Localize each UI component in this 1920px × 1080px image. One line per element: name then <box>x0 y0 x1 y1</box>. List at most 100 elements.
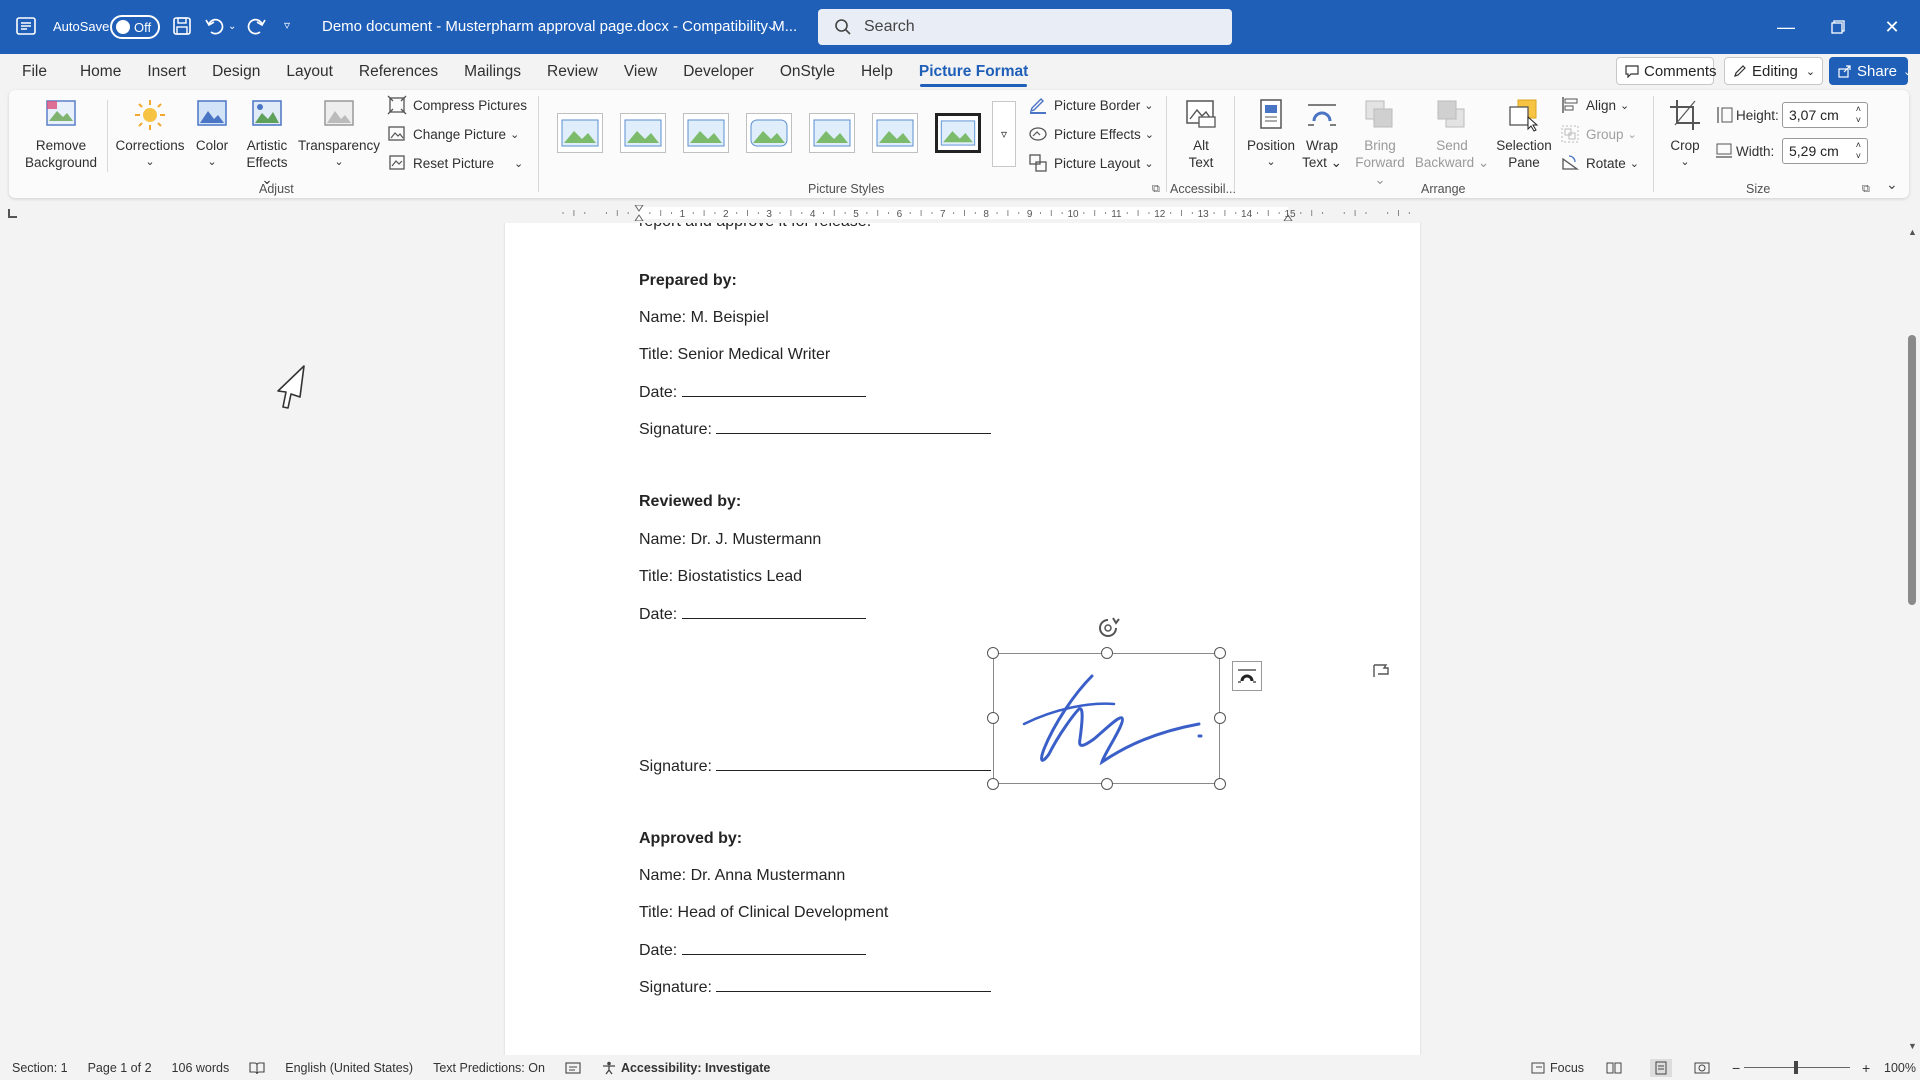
tab-picture-format[interactable]: Picture Format <box>906 54 1041 90</box>
tab-review[interactable]: Review <box>534 54 611 90</box>
group-button[interactable]: Group ⌄ <box>1560 123 1637 145</box>
align-button[interactable]: Align ⌄ <box>1560 94 1629 116</box>
print-layout-icon[interactable] <box>1650 1058 1672 1077</box>
alt-text-button[interactable]: Alt Text <box>1178 97 1224 171</box>
picture-style-4[interactable] <box>746 113 792 153</box>
resize-handle-sw[interactable] <box>987 778 999 790</box>
artistic-effects-button[interactable]: Artistic Effects ⌄ <box>240 97 294 188</box>
zoom-out-icon[interactable]: − <box>1732 1060 1740 1076</box>
corrections-button[interactable]: Corrections ⌄ <box>114 97 186 171</box>
picture-style-2[interactable] <box>620 113 666 153</box>
comments-button[interactable]: Comments <box>1616 57 1717 85</box>
bring-forward-button[interactable]: Bring Forward ⌄ <box>1348 97 1412 188</box>
scroll-up-icon[interactable]: ▲ <box>1908 227 1917 237</box>
picture-style-3[interactable] <box>683 113 729 153</box>
scroll-down-icon[interactable]: ▼ <box>1908 1041 1917 1051</box>
zoom-slider-thumb[interactable] <box>1794 1061 1798 1074</box>
search-box[interactable]: Search <box>818 9 1232 45</box>
close-button[interactable]: ✕ <box>1864 0 1920 54</box>
focus-button[interactable]: Focus <box>1530 1061 1584 1075</box>
resize-handle-ne[interactable] <box>1214 647 1226 659</box>
gallery-more-button[interactable]: ▿ <box>992 101 1016 167</box>
height-input[interactable]: 3,07 cm ˄ ˅ <box>1782 102 1868 128</box>
transparency-button[interactable]: Transparency ⌄ <box>296 97 382 171</box>
page-indicator[interactable]: Page 1 of 2 <box>88 1061 152 1075</box>
position-button[interactable]: Position ⌄ <box>1244 97 1298 171</box>
tab-insert[interactable]: Insert <box>134 54 199 90</box>
picture-style-7[interactable] <box>935 113 981 153</box>
read-mode-icon[interactable] <box>1606 1061 1622 1075</box>
text-predictions[interactable]: Text Predictions: On <box>433 1061 545 1075</box>
proofing-icon[interactable] <box>249 1061 265 1075</box>
selection-pane-button[interactable]: Selection Pane <box>1492 97 1556 171</box>
section-indicator[interactable]: Section: 1 <box>12 1061 68 1075</box>
picture-border-button[interactable]: Picture Border ⌄ <box>1028 94 1154 116</box>
tab-file[interactable]: File <box>9 54 60 90</box>
tab-view[interactable]: View <box>611 54 670 90</box>
document-canvas[interactable]: report and approve it for release. Prepa… <box>0 223 1905 1055</box>
anchor-icon[interactable] <box>1372 663 1390 684</box>
undo-icon[interactable] <box>204 15 226 37</box>
resize-handle-w[interactable] <box>987 712 999 724</box>
picture-style-5[interactable] <box>809 113 855 153</box>
minimize-button[interactable]: — <box>1758 0 1814 54</box>
tab-onstyle[interactable]: OnStyle <box>767 54 848 90</box>
autosave-toggle[interactable]: Off <box>110 15 160 39</box>
reset-picture-button[interactable]: Reset Picture ⌄ <box>387 152 523 174</box>
spinner-icon[interactable]: ˄ ˅ <box>1856 104 1861 126</box>
signature-image[interactable] <box>993 653 1220 784</box>
editing-mode-button[interactable]: Editing ⌄ <box>1724 57 1823 85</box>
tab-help[interactable]: Help <box>848 54 906 90</box>
change-picture-button[interactable]: Change Picture ⌄ <box>387 123 519 145</box>
undo-dropdown-icon[interactable]: ⌄ <box>228 21 236 32</box>
vertical-scrollbar[interactable]: ▲ ▼ <box>1904 223 1920 1055</box>
tab-layout[interactable]: Layout <box>273 54 346 90</box>
width-input[interactable]: 5,29 cm ˄ ˅ <box>1782 138 1868 164</box>
web-layout-icon[interactable] <box>1694 1061 1710 1075</box>
size-launcher-icon[interactable]: ⧉ <box>1862 183 1870 196</box>
word-app-icon[interactable] <box>16 16 36 36</box>
resize-handle-se[interactable] <box>1214 778 1226 790</box>
tab-references[interactable]: References <box>346 54 451 90</box>
resize-handle-e[interactable] <box>1214 712 1226 724</box>
resize-handle-s[interactable] <box>1101 778 1113 790</box>
picture-layout-button[interactable]: Picture Layout ⌄ <box>1028 152 1154 174</box>
tab-developer[interactable]: Developer <box>670 54 767 90</box>
zoom-in-icon[interactable]: + <box>1862 1060 1870 1076</box>
compress-pictures-button[interactable]: Compress Pictures <box>387 94 527 116</box>
language-indicator[interactable]: English (United States) <box>285 1061 413 1075</box>
redo-icon[interactable] <box>245 15 267 37</box>
layout-options-button[interactable] <box>1232 661 1262 691</box>
title-dropdown-icon[interactable]: ⌄ <box>766 17 778 34</box>
customize-toolbar-icon[interactable]: ▿ <box>284 18 290 32</box>
rotate-button[interactable]: Rotate ⌄ <box>1560 152 1639 174</box>
spinner-icon[interactable]: ˄ ˅ <box>1856 140 1861 162</box>
document-page[interactable]: report and approve it for release. Prepa… <box>505 223 1420 1055</box>
track-changes-icon[interactable] <box>565 1061 581 1075</box>
tab-mailings[interactable]: Mailings <box>451 54 534 90</box>
share-button[interactable]: Share ⌄ <box>1829 57 1912 85</box>
scrollbar-thumb[interactable] <box>1908 335 1916 605</box>
zoom-level[interactable]: 100% <box>1884 1061 1916 1075</box>
crop-button[interactable]: Crop ⌄ <box>1664 97 1706 171</box>
collapse-ribbon-icon[interactable]: ⌄ <box>1886 176 1898 193</box>
rotate-handle-icon[interactable] <box>1095 615 1121 646</box>
picture-effects-button[interactable]: Picture Effects ⌄ <box>1028 123 1154 145</box>
resize-handle-n[interactable] <box>1101 647 1113 659</box>
picture-style-1[interactable] <box>557 113 603 153</box>
format-picture-launcher-icon[interactable]: ⧉ <box>1152 183 1160 196</box>
restore-button[interactable] <box>1810 0 1866 54</box>
horizontal-ruler[interactable]: 1 2 3 4 5 6 7 8 9 10 11 12 13 14 15 <box>508 204 1418 222</box>
wrap-text-button[interactable]: Wrap Text ⌄ <box>1300 97 1344 171</box>
resize-handle-nw[interactable] <box>987 647 999 659</box>
word-count[interactable]: 106 words <box>172 1061 230 1075</box>
color-button[interactable]: Color ⌄ <box>188 97 236 171</box>
send-backward-button[interactable]: Send Backward ⌄ <box>1414 97 1490 171</box>
tab-selector[interactable] <box>8 209 17 218</box>
accessibility-checker[interactable]: Accessibility: Investigate <box>601 1061 770 1075</box>
remove-background-button[interactable]: Remove Background <box>22 97 100 171</box>
save-icon[interactable] <box>172 16 192 36</box>
tab-design[interactable]: Design <box>199 54 273 90</box>
zoom-slider[interactable] <box>1744 1061 1850 1074</box>
tab-home[interactable]: Home <box>67 54 134 90</box>
